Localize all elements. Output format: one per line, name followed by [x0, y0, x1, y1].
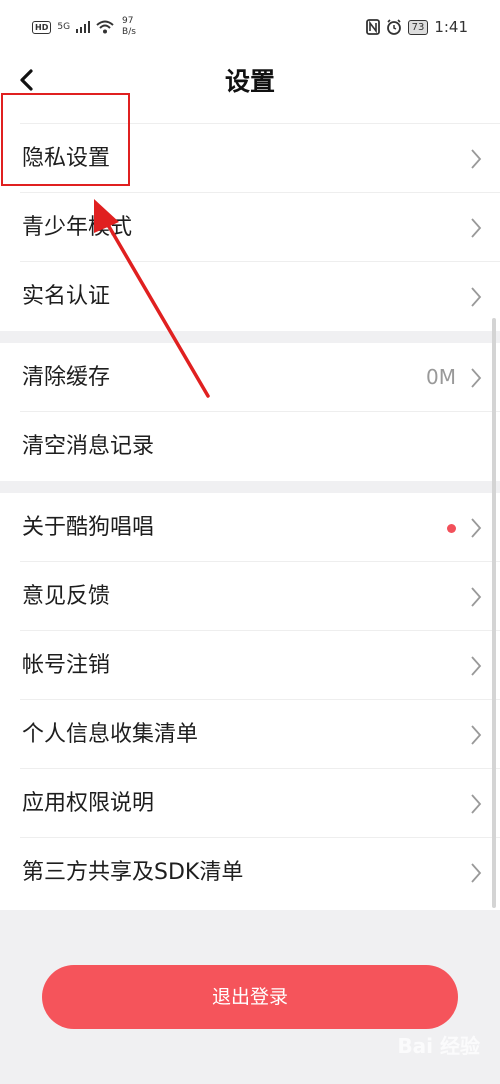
annotation-arrow-icon: [94, 199, 210, 398]
watermark-text: Bai 经验: [397, 1034, 480, 1058]
